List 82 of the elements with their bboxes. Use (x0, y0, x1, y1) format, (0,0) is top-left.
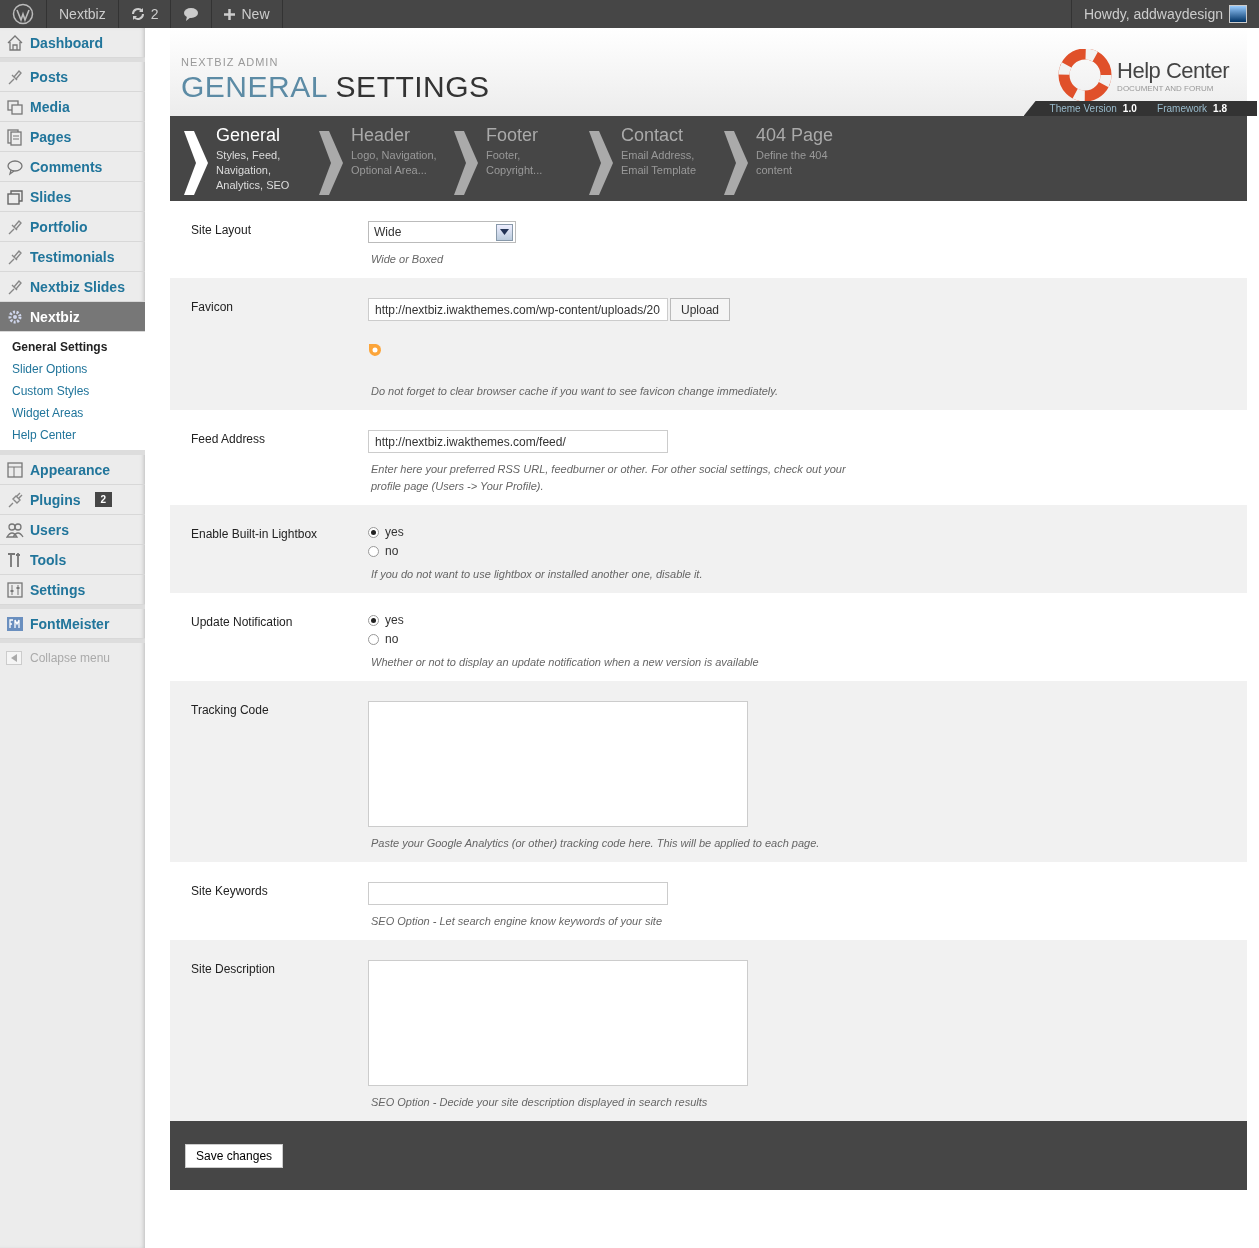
setting-label: Tracking Code (191, 702, 270, 719)
radio-option[interactable]: no (368, 632, 404, 646)
settings-tab[interactable]: General Styles, Feed, Navigation, Analytics, SEO (184, 116, 319, 201)
users-icon (6, 520, 24, 539)
setting-hint: Do not forget to clear browser cache if you want to see favicon change immediately. (370, 384, 779, 399)
layout-dropdown[interactable]: Wide (368, 221, 516, 243)
sidebar-item[interactable]: FontMeister (0, 609, 145, 639)
sidebar-item[interactable]: Dashboard (0, 28, 145, 58)
speech-bubble-icon (6, 157, 24, 176)
settings-tab[interactable]: 404 Page Define the 404 content (724, 116, 859, 201)
sidebar-item[interactable]: Slides (0, 182, 145, 212)
sidebar-item[interactable]: Plugins 2 (0, 485, 145, 515)
lifebuoy-icon (1057, 49, 1114, 101)
chevron-icon (454, 131, 478, 195)
setting-hint: Paste your Google Analytics (or other) tracking code here. This will be applied to each page. (370, 836, 821, 851)
chevron-icon (184, 131, 208, 195)
slides-icon (6, 187, 24, 206)
setting-label: Site Keywords (191, 883, 269, 900)
chevron-icon (589, 131, 613, 195)
page-kicker: NEXTBIZ ADMIN (181, 56, 280, 68)
submenu-item[interactable]: Custom Styles (0, 380, 145, 402)
sidebar-item[interactable]: Portfolio (0, 212, 145, 242)
radio-option[interactable]: yes (368, 525, 404, 539)
setting-label: Enable Built-in Lightbox (191, 526, 319, 543)
house-icon (6, 33, 24, 52)
count-badge: 2 (94, 492, 113, 507)
settings-tab[interactable]: Contact Email Address, Email Template (589, 116, 724, 201)
text-field[interactable]: http://nextbiz.iwakthemes.com/feed/ (368, 430, 668, 453)
setting-hint: Enter here your preferred RSS URL, feedburner or other. For other social settings, check out your profile page (Users -> Your Profile). (369, 462, 847, 494)
settings-tab[interactable]: Header Logo, Navigation, Optional Area... (319, 116, 454, 201)
help-center-subtitle: DOCUMENT AND FORUM (1117, 83, 1215, 93)
favicon-preview-icon (368, 343, 382, 357)
layout-icon (6, 460, 24, 479)
sidebar-item[interactable]: Users (0, 515, 145, 545)
radio-option[interactable]: no (368, 544, 404, 558)
sidebar-item[interactable]: Settings (0, 575, 145, 605)
sidebar-item[interactable]: Testimonials (0, 242, 145, 272)
plug-icon (6, 490, 24, 509)
setting-hint: SEO Option - Let search engine know keywords of your site (370, 914, 664, 929)
url-field[interactable]: http://nextbiz.iwakthemes.com/wp-content/uploads/20 (368, 298, 668, 321)
setting-hint: If you do not want to use lightbox or installed another one, disable it. (370, 567, 704, 582)
sliders-icon (6, 580, 24, 599)
plus-icon (224, 8, 236, 20)
help-center-title: Help Center (1117, 57, 1229, 84)
setting-hint: Wide or Boxed (370, 252, 445, 267)
save-changes-button[interactable]: Save changes (185, 1143, 284, 1168)
settings-tab[interactable]: Footer Footer, Copyright... (454, 116, 589, 201)
pages-icon (6, 127, 24, 146)
radio-option[interactable]: yes (368, 613, 404, 627)
submenu-item[interactable]: Widget Areas (0, 402, 145, 424)
pushpin-icon (6, 217, 24, 236)
setting-label: Update Notification (191, 614, 294, 631)
submenu-item[interactable]: Help Center (0, 424, 145, 446)
fm-logo-icon (6, 614, 24, 633)
setting-hint: Whether or not to display an update notification when a new version is available (370, 655, 760, 670)
submenu-item[interactable]: Slider Options (0, 358, 145, 380)
pushpin-icon (6, 67, 24, 86)
sidebar-item[interactable]: Pages (0, 122, 145, 152)
refresh-icon (130, 7, 145, 21)
setting-label: Favicon (191, 299, 235, 316)
sidebar-item[interactable]: Nextbiz (0, 302, 145, 332)
pushpin-icon (6, 277, 24, 296)
setting-label: Feed Address (191, 431, 267, 448)
text-area[interactable] (368, 960, 748, 1086)
setting-hint: SEO Option - Decide your site description displayed in search results (370, 1095, 709, 1110)
text-field[interactable] (368, 882, 668, 905)
sidebar-item[interactable]: Appearance (0, 455, 145, 485)
chevron-icon (724, 131, 748, 195)
upload-button[interactable]: Upload (670, 298, 731, 321)
sidebar-item[interactable]: Comments (0, 152, 145, 182)
pushpin-icon (6, 247, 24, 266)
setting-label: Site Description (191, 961, 277, 978)
chevron-icon (319, 131, 343, 195)
text-area[interactable] (368, 701, 748, 827)
media-icon (6, 97, 24, 116)
sidebar-item[interactable]: Posts (0, 62, 145, 92)
page-title: GENERAL SETTINGS (181, 70, 490, 104)
submenu-item[interactable]: General Settings (0, 336, 145, 358)
setting-label: Site Layout (191, 222, 253, 239)
sidebar-item[interactable]: Tools (0, 545, 145, 575)
version-bar: Theme Version 1.0 Framework 1.8 (1023, 101, 1257, 116)
sidebar-item[interactable]: Media (0, 92, 145, 122)
